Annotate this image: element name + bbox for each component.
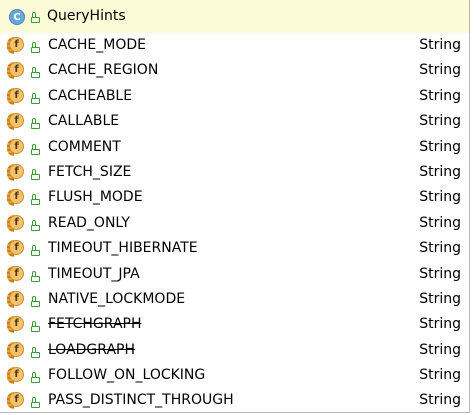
public-lock-icon xyxy=(31,92,40,104)
list-item[interactable]: f CACHE_MODE String xyxy=(0,33,469,58)
list-item[interactable]: f NATIVE_LOCKMODE String xyxy=(0,287,469,312)
public-lock-icon xyxy=(31,12,40,23)
list-item[interactable]: f TIMEOUT_HIBERNATE String xyxy=(0,236,469,261)
list-item[interactable]: f CALLABLE String xyxy=(0,109,469,134)
list-item[interactable]: f READ_ONLY String xyxy=(0,211,469,236)
static-field-icon: f xyxy=(7,290,24,308)
public-lock-icon xyxy=(31,346,40,358)
static-field-icon: f xyxy=(7,367,24,385)
list-item[interactable]: f COMMENT String xyxy=(0,135,469,160)
list-item[interactable]: f LOADGRAPH String xyxy=(0,338,469,363)
static-field-icon: f xyxy=(7,265,24,283)
static-field-icon: f xyxy=(7,113,24,131)
public-lock-icon xyxy=(31,143,40,155)
field-type: String xyxy=(419,62,461,79)
class-icon: C xyxy=(9,9,25,25)
field-name: FETCHGRAPH xyxy=(48,316,142,333)
field-name: READ_ONLY xyxy=(48,214,130,231)
list-item[interactable]: f CACHE_REGION String xyxy=(0,58,469,83)
public-lock-icon xyxy=(31,245,40,257)
public-lock-icon xyxy=(31,42,40,53)
public-lock-icon xyxy=(31,270,40,282)
static-field-icon: f xyxy=(7,316,24,334)
field-name: FETCH_SIZE xyxy=(48,163,132,180)
static-field-icon: f xyxy=(7,138,24,156)
list-item[interactable]: f FETCHGRAPH String xyxy=(0,312,469,337)
class-name: QueryHints xyxy=(47,8,126,24)
field-type: String xyxy=(419,87,461,104)
list-item[interactable]: f PASS_DISTINCT_THROUGH String xyxy=(0,388,469,412)
static-field-icon: f xyxy=(7,37,24,54)
field-name: TIMEOUT_JPA xyxy=(48,265,140,282)
field-name: CACHE_MODE xyxy=(48,37,146,53)
static-field-icon: f xyxy=(7,214,24,232)
list-item[interactable]: f FETCH_SIZE String xyxy=(0,160,469,185)
field-name: CACHE_REGION xyxy=(48,62,159,79)
public-lock-icon xyxy=(31,295,40,307)
static-field-icon: f xyxy=(7,392,24,410)
public-lock-icon xyxy=(31,372,40,384)
field-type: String xyxy=(419,138,461,155)
field-name: CALLABLE xyxy=(48,113,120,130)
field-type: String xyxy=(419,214,461,231)
field-list: f CACHE_MODE String f CACHE_REGION String f CAC… xyxy=(0,33,469,412)
list-item[interactable]: f FOLLOW_ON_LOCKING String xyxy=(0,363,469,388)
static-field-icon: f xyxy=(7,240,24,258)
static-field-icon: f xyxy=(7,189,24,207)
public-lock-icon xyxy=(31,321,40,333)
public-lock-icon xyxy=(31,397,40,409)
public-lock-icon xyxy=(31,118,40,130)
field-name: COMMENT xyxy=(48,138,121,155)
public-lock-icon xyxy=(31,67,40,79)
field-name: NATIVE_LOCKMODE xyxy=(48,290,186,307)
list-item[interactable]: f CACHEABLE String xyxy=(0,84,469,109)
static-field-icon: f xyxy=(7,62,24,80)
field-name: PASS_DISTINCT_THROUGH xyxy=(48,392,234,409)
field-name: FLUSH_MODE xyxy=(48,189,143,206)
field-type: String xyxy=(419,240,461,257)
field-type: String xyxy=(419,316,461,333)
field-type: String xyxy=(419,265,461,282)
list-item[interactable]: f FLUSH_MODE String xyxy=(0,185,469,210)
field-type: String xyxy=(419,392,461,409)
field-type: String xyxy=(419,113,461,130)
field-type: String xyxy=(419,37,461,53)
field-type: String xyxy=(419,341,461,358)
static-field-icon: f xyxy=(7,341,24,359)
field-name: CACHEABLE xyxy=(48,87,133,104)
public-lock-icon xyxy=(31,219,40,231)
field-type: String xyxy=(419,290,461,307)
field-type: String xyxy=(419,163,461,180)
field-type: String xyxy=(419,367,461,384)
static-field-icon: f xyxy=(7,163,24,181)
field-name: TIMEOUT_HIBERNATE xyxy=(48,240,198,257)
public-lock-icon xyxy=(31,168,40,180)
static-field-icon: f xyxy=(7,87,24,105)
completion-popup: C QueryHints f CACHE_MODE String f CACHE_REG… xyxy=(0,0,470,413)
field-name: FOLLOW_ON_LOCKING xyxy=(48,367,206,384)
class-header[interactable]: C QueryHints xyxy=(0,0,469,33)
public-lock-icon xyxy=(31,194,40,206)
field-name: LOADGRAPH xyxy=(48,341,135,358)
list-item[interactable]: f TIMEOUT_JPA String xyxy=(0,262,469,287)
field-type: String xyxy=(419,189,461,206)
